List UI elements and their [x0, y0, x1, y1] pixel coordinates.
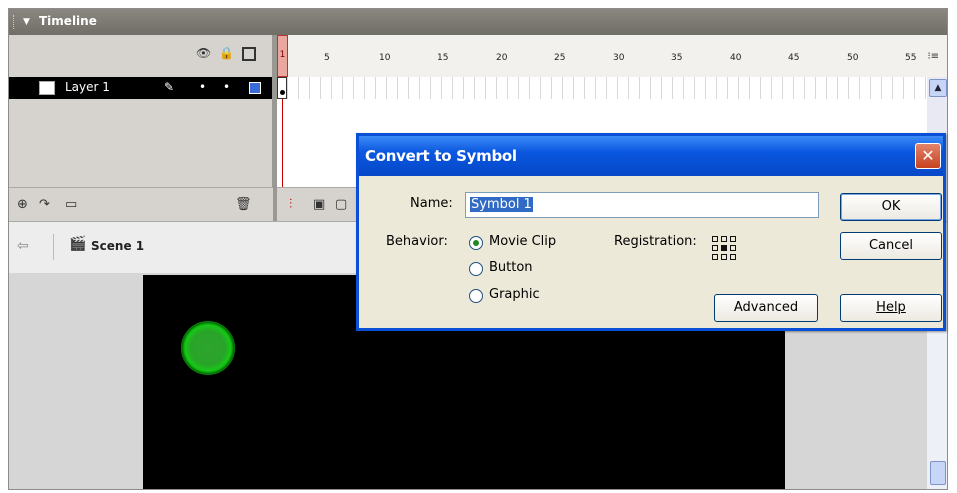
button-label[interactable]: Button	[489, 260, 533, 275]
playhead[interactable]: 1	[277, 35, 288, 77]
lock-dot-icon[interactable]: •	[223, 80, 230, 94]
onion-skin-outlines-icon[interactable]: ▢	[335, 197, 347, 212]
dialog-title: Convert to Symbol	[365, 147, 517, 165]
advanced-button[interactable]: Advanced	[714, 294, 818, 322]
registration-point[interactable]	[730, 236, 736, 242]
visibility-dot-icon[interactable]: •	[199, 80, 206, 94]
pencil-icon: ✎	[164, 80, 175, 94]
divider	[53, 234, 54, 260]
ruler-tick: 35	[671, 53, 683, 63]
ruler-tick: 55	[905, 53, 917, 63]
layer-name[interactable]: Layer 1	[65, 80, 110, 94]
registration-point[interactable]	[712, 254, 718, 260]
symbol-name-input[interactable]: Symbol 1	[465, 192, 819, 218]
ruler-tick: 5	[324, 53, 330, 63]
ruler-tick: 15	[437, 53, 449, 63]
button-radio[interactable]	[469, 262, 483, 276]
registration-grid[interactable]	[712, 236, 740, 264]
lock-icon[interactable]: 🔒	[219, 46, 234, 60]
center-frame-icon[interactable]: ⫶	[289, 197, 292, 212]
cancel-button[interactable]: Cancel	[840, 232, 942, 260]
ruler-tick: 25	[554, 53, 566, 63]
onion-skin-icon[interactable]: ▣	[313, 197, 325, 212]
registration-label: Registration:	[614, 234, 697, 249]
circle-symbol[interactable]	[181, 321, 235, 375]
layer-header: 👁 🔒	[9, 35, 273, 77]
frames-row[interactable]	[277, 77, 927, 99]
collapse-arrow-icon[interactable]: ▼	[23, 17, 30, 27]
registration-point[interactable]	[730, 245, 736, 251]
registration-point-selected[interactable]	[721, 245, 727, 251]
ok-button[interactable]: OK	[840, 193, 942, 221]
layer-list-empty	[9, 99, 273, 187]
timeline-panel-title[interactable]: ▼ Timeline	[9, 9, 947, 35]
symbol-name-value: Symbol 1	[470, 197, 533, 212]
ruler-tick: 30	[613, 53, 625, 63]
frame-ruler[interactable]: 1 5 10 15 20 25 30 35 40 45 50 55 ⁝≡	[277, 35, 947, 78]
registration-point[interactable]	[730, 254, 736, 260]
graphic-label[interactable]: Graphic	[489, 287, 540, 302]
add-motion-guide-icon[interactable]: ↷	[39, 197, 50, 212]
panel-grip-icon[interactable]	[13, 15, 17, 29]
layer-icon	[39, 81, 55, 95]
close-icon[interactable]: ✕	[915, 143, 941, 169]
layer-toolbar: ⊕ ↷ ▭ 🗑	[9, 187, 273, 222]
ruler-tick: 40	[730, 53, 742, 63]
insert-layer-icon[interactable]: ⊕	[17, 197, 28, 212]
insert-layer-folder-icon[interactable]: ▭	[65, 197, 77, 212]
ruler-tick: 20	[496, 53, 508, 63]
name-label: Name:	[410, 196, 453, 211]
ruler-tick: 45	[788, 53, 800, 63]
movie-clip-label[interactable]: Movie Clip	[489, 234, 556, 249]
timeline-menu-icon[interactable]: ⁝≡	[927, 51, 939, 62]
registration-point[interactable]	[712, 245, 718, 251]
behavior-label: Behavior:	[386, 234, 448, 249]
layer-row[interactable]: Layer 1 ✎ • •	[9, 77, 273, 99]
back-arrow-icon[interactable]: ⇦	[17, 238, 29, 254]
scene-label[interactable]: Scene 1	[91, 239, 144, 253]
eye-icon[interactable]: 👁	[196, 46, 211, 60]
ruler-tick: 50	[847, 53, 859, 63]
dialog-title-bar[interactable]: Convert to Symbol ✕	[359, 136, 943, 176]
keyframe-1[interactable]	[277, 77, 287, 99]
convert-to-symbol-dialog: Convert to Symbol ✕ Name: Symbol 1 Behav…	[356, 133, 946, 331]
scroll-up-icon[interactable]: ▲	[929, 79, 947, 97]
scene-icon: 🎬	[69, 236, 87, 252]
registration-point[interactable]	[721, 236, 727, 242]
registration-point[interactable]	[721, 254, 727, 260]
ruler-tick: 10	[379, 53, 391, 63]
delete-layer-icon[interactable]: 🗑	[235, 197, 252, 212]
graphic-radio[interactable]	[469, 289, 483, 303]
timeline-title: Timeline	[39, 14, 97, 28]
registration-point[interactable]	[712, 236, 718, 242]
outline-icon[interactable]	[242, 47, 256, 61]
scrollbar-thumb[interactable]	[930, 461, 946, 485]
help-button[interactable]: Help	[840, 294, 942, 322]
outline-color-icon[interactable]	[249, 82, 261, 94]
movie-clip-radio[interactable]	[469, 236, 483, 250]
